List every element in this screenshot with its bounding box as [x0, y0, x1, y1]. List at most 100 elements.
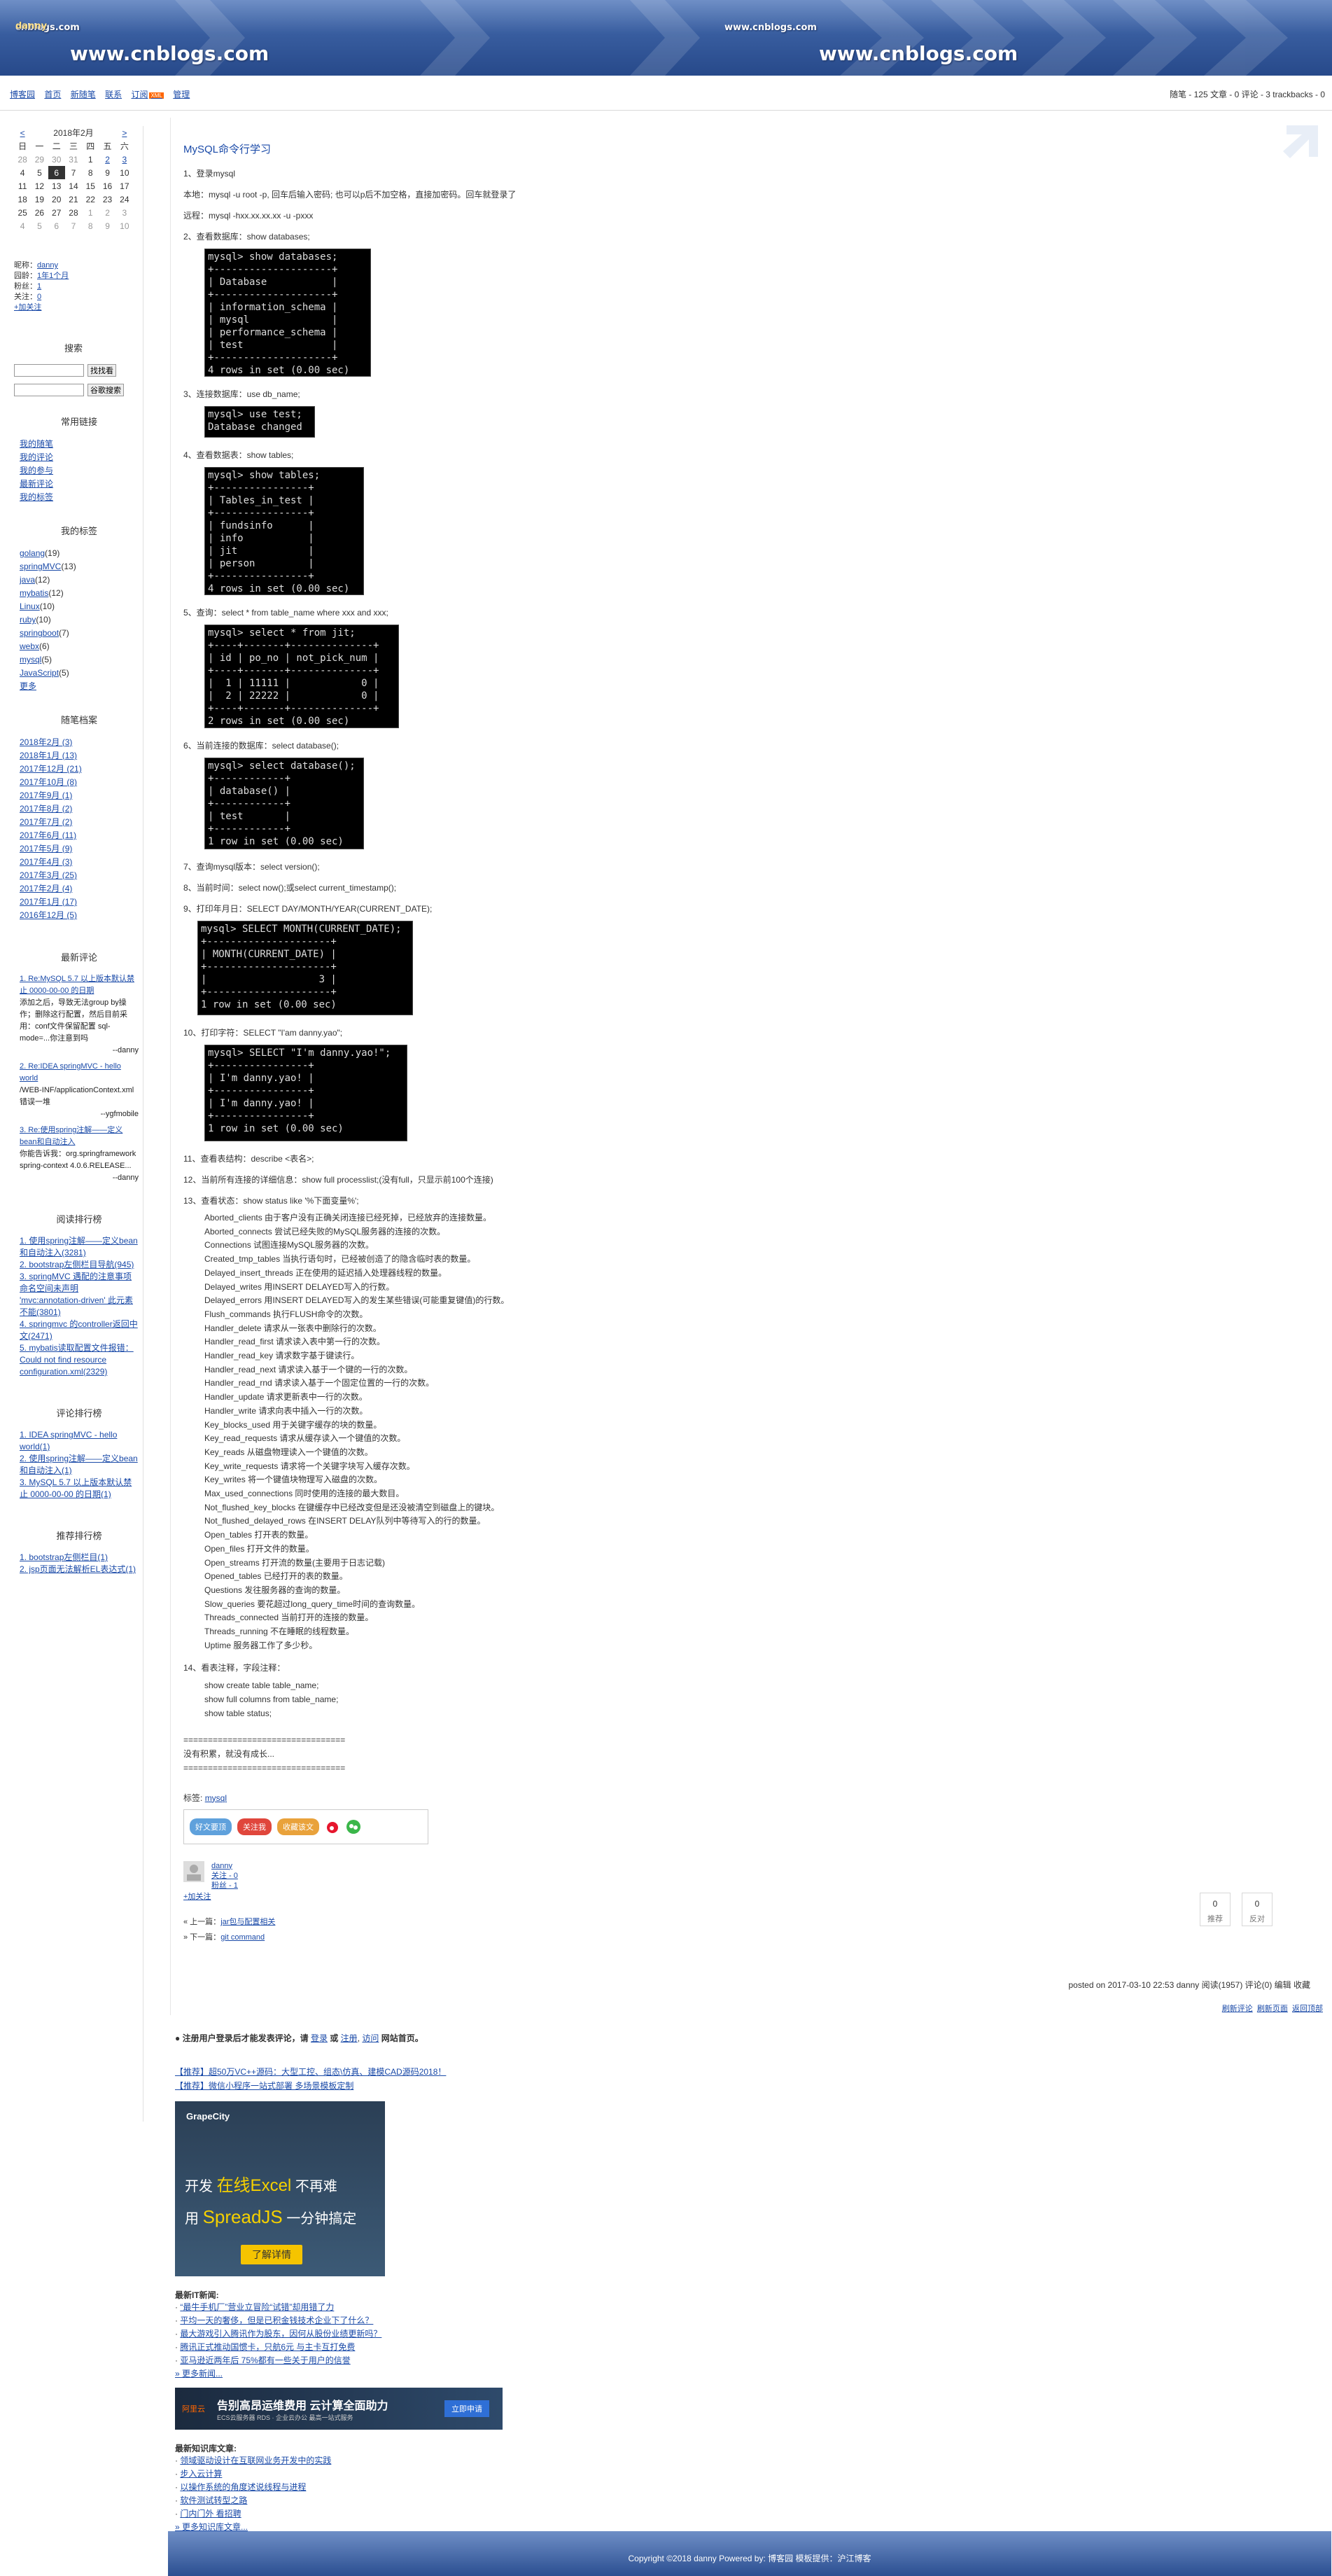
tag-link[interactable]: mybatis [20, 588, 48, 598]
link-latest-comments[interactable]: 最新评论 [20, 479, 53, 489]
avatar[interactable] [183, 1860, 204, 1882]
author-name[interactable]: danny [211, 1862, 232, 1870]
it-news-link[interactable]: 腾讯正式推动国惯卡，只航6元 与主卡互打免费 [180, 2342, 355, 2352]
tag-link[interactable]: mysql [20, 655, 41, 664]
read-rank-link[interactable]: 4. springmvc 的controller返回中文(2471) [20, 1319, 138, 1341]
nav-manage[interactable]: 管理 [173, 90, 190, 99]
login-link[interactable]: 登录 [311, 2033, 328, 2043]
nav-contact[interactable]: 联系 [105, 90, 122, 99]
follow-me-button[interactable]: 关注我 [237, 1818, 272, 1835]
calendar-next[interactable]: > [122, 128, 127, 138]
archive-link[interactable]: 2017年9月 (1) [20, 791, 72, 800]
archive-link[interactable]: 2016年12月 (5) [20, 910, 77, 920]
aliyun-apply-button[interactable]: 立即申请 [444, 2400, 489, 2417]
google-search-button[interactable]: 谷歌搜索 [87, 384, 124, 396]
downvote-button[interactable]: 0 反对 [1242, 1893, 1273, 1926]
author-add-follow[interactable]: +加关注 [183, 1893, 211, 1901]
tag-link[interactable]: springMVC [20, 562, 61, 571]
visit-link[interactable]: 访问 [362, 2033, 379, 2043]
tag-link[interactable]: golang [20, 548, 45, 558]
refresh-comments-link[interactable]: 刷新评论 [1222, 2005, 1253, 2013]
blog-name[interactable]: danny [15, 21, 47, 32]
recommend-rank-link[interactable]: 2. jsp页面无法解析EL表达式(1) [20, 1564, 136, 1574]
tag-link[interactable]: springboot [20, 628, 59, 638]
archive-link[interactable]: 2017年2月 (4) [20, 884, 72, 893]
aliyun-banner[interactable]: 阿里云 告别高昂运维费用 云计算全面助力 ECS云服务器 RDS · 企业云办公… [175, 2388, 503, 2430]
archive-link[interactable]: 2018年1月 (13) [20, 751, 77, 760]
nav-new-post[interactable]: 新随笔 [71, 90, 96, 99]
calendar-day-link[interactable]: 3 [122, 155, 127, 165]
calendar-prev[interactable]: < [20, 128, 25, 138]
it-news-link[interactable]: 最大游戏引入腾讯作为股东，因何从股份业绩更新吗？ [180, 2329, 381, 2339]
post-title[interactable]: MySQL命令行学习 [183, 141, 1314, 156]
search-input[interactable] [14, 364, 84, 377]
prev-post-link[interactable]: jar包与配置相关 [220, 1918, 275, 1926]
link-my-comments[interactable]: 我的评论 [20, 452, 53, 462]
archive-link[interactable]: 2018年2月 (3) [20, 737, 72, 747]
wechat-icon[interactable] [346, 1819, 361, 1834]
it-news-link[interactable]: “最牛手机厂”营业立冒险“试错”却用错了力 [180, 2302, 334, 2312]
favorite-button[interactable]: 收藏该文 [277, 1818, 319, 1835]
it-news-more[interactable]: » 更多新闻... [175, 2369, 223, 2379]
tag-link[interactable]: webx [20, 641, 39, 651]
tag-link[interactable]: Linux [20, 601, 40, 611]
knowledge-link[interactable]: 门内门外 看招聘 [180, 2509, 241, 2519]
nav-subscribe[interactable]: 订阅 XML [131, 90, 164, 99]
archive-link[interactable]: 2017年10月 (8) [20, 777, 77, 787]
register-link[interactable]: 注册 [341, 2033, 358, 2043]
knowledge-link[interactable]: 领域驱动设计在互联网业务开发中的实践 [180, 2456, 331, 2465]
knowledge-more[interactable]: » 更多知识库文章... [175, 2522, 248, 2532]
tag-link[interactable]: ruby [20, 615, 36, 625]
archive-link[interactable]: 2017年3月 (25) [20, 870, 77, 880]
it-news-link[interactable]: 亚马逊近两年后 75%都有一些关于用户的信誉 [180, 2355, 350, 2365]
promo-link[interactable]: 【推荐】微信小程序一站式部署 多场景模板定制 [175, 2081, 353, 2091]
author-follow[interactable]: 关注 - 0 [211, 1872, 238, 1880]
archive-link[interactable]: 2017年12月 (21) [20, 764, 82, 774]
promo-link[interactable]: 【推荐】超50万VC++源码：大型工控、组态\仿真、建模CAD源码2018！ [175, 2067, 446, 2077]
knowledge-link[interactable]: 软件测试转型之路 [180, 2495, 247, 2505]
calendar-day-link[interactable]: 2 [105, 155, 110, 165]
comment-rank-link[interactable]: 2. 使用spring注解——定义bean和自动注入(1) [20, 1454, 138, 1475]
link-my-posts[interactable]: 我的随笔 [20, 439, 53, 449]
comment-link[interactable]: 2. Re:IDEA springMVC - hello world [20, 1061, 139, 1085]
search-button[interactable]: 找找看 [87, 364, 116, 377]
link-my-tags[interactable]: 我的标签 [20, 492, 53, 502]
refresh-page-link[interactable]: 刷新页面 [1257, 2005, 1288, 2013]
nav-home[interactable]: 首页 [44, 90, 61, 99]
profile-add-follow[interactable]: +加关注 [14, 303, 41, 312]
archive-link[interactable]: 2017年4月 (3) [20, 857, 72, 867]
upvote-button[interactable]: 0 推荐 [1200, 1893, 1231, 1926]
banner-cta-button[interactable]: 了解详情 [241, 2245, 302, 2264]
post-tag-link[interactable]: mysql [205, 1793, 227, 1803]
archive-link[interactable]: 2017年5月 (9) [20, 844, 72, 854]
profile-age[interactable]: 1年1个月 [37, 272, 69, 280]
read-rank-link[interactable]: 1. 使用spring注解——定义bean和自动注入(3281) [20, 1236, 138, 1258]
weibo-icon[interactable] [325, 1819, 340, 1834]
knowledge-link[interactable]: 步入云计算 [180, 2469, 222, 2479]
comment-rank-link[interactable]: 1. IDEA springMVC - hello world(1) [20, 1430, 117, 1451]
archive-link[interactable]: 2017年6月 (11) [20, 830, 76, 840]
tag-link[interactable]: JavaScript [20, 668, 59, 678]
comment-link[interactable]: 1. Re:MySQL 5.7 以上版本默认禁止 0000-00-00 的日期 [20, 973, 139, 997]
archive-link[interactable]: 2017年7月 (2) [20, 817, 72, 827]
comment-rank-link[interactable]: 3. MySQL 5.7 以上版本默认禁止 0000-00-00 的日期(1) [20, 1477, 132, 1499]
recommend-rank-link[interactable]: 1. bootstrap左侧栏目(1) [20, 1552, 108, 1562]
spreadjs-banner[interactable]: GrapeCity 开发 在线Excel 不再难 用 SpreadJS 一分钟搞… [175, 2101, 385, 2276]
author-fans[interactable]: 粉丝 - 1 [211, 1881, 238, 1890]
back-to-top-link[interactable]: 返回顶部 [1292, 2005, 1323, 2013]
link-my-participation[interactable]: 我的参与 [20, 466, 53, 475]
nav-cnblogs[interactable]: 博客园 [10, 90, 35, 99]
tag-link[interactable]: java [20, 575, 35, 585]
archive-link[interactable]: 2017年1月 (17) [20, 897, 77, 907]
google-search-input[interactable] [14, 384, 84, 396]
it-news-link[interactable]: 平均一天的奢侈，但是已积金钱技术企业下了什么？ [180, 2316, 373, 2325]
profile-fans[interactable]: 1 [37, 282, 41, 291]
read-rank-link[interactable]: 3. springMVC 遇配的注意事项 命名空间未声明 'mvc:annota… [20, 1272, 133, 1317]
read-rank-link[interactable]: 2. bootstrap左侧栏目导航(945) [20, 1260, 134, 1269]
profile-nick[interactable]: danny [37, 261, 58, 270]
recommend-button[interactable]: 好文要顶 [190, 1818, 232, 1835]
next-post-link[interactable]: git command [220, 1933, 265, 1942]
tags-more-link[interactable]: 更多 [20, 681, 36, 691]
knowledge-link[interactable]: 以操作系统的角度述说线程与进程 [180, 2482, 306, 2492]
read-rank-link[interactable]: 5. mybatis读取配置文件报错：Could not find resour… [20, 1343, 134, 1377]
